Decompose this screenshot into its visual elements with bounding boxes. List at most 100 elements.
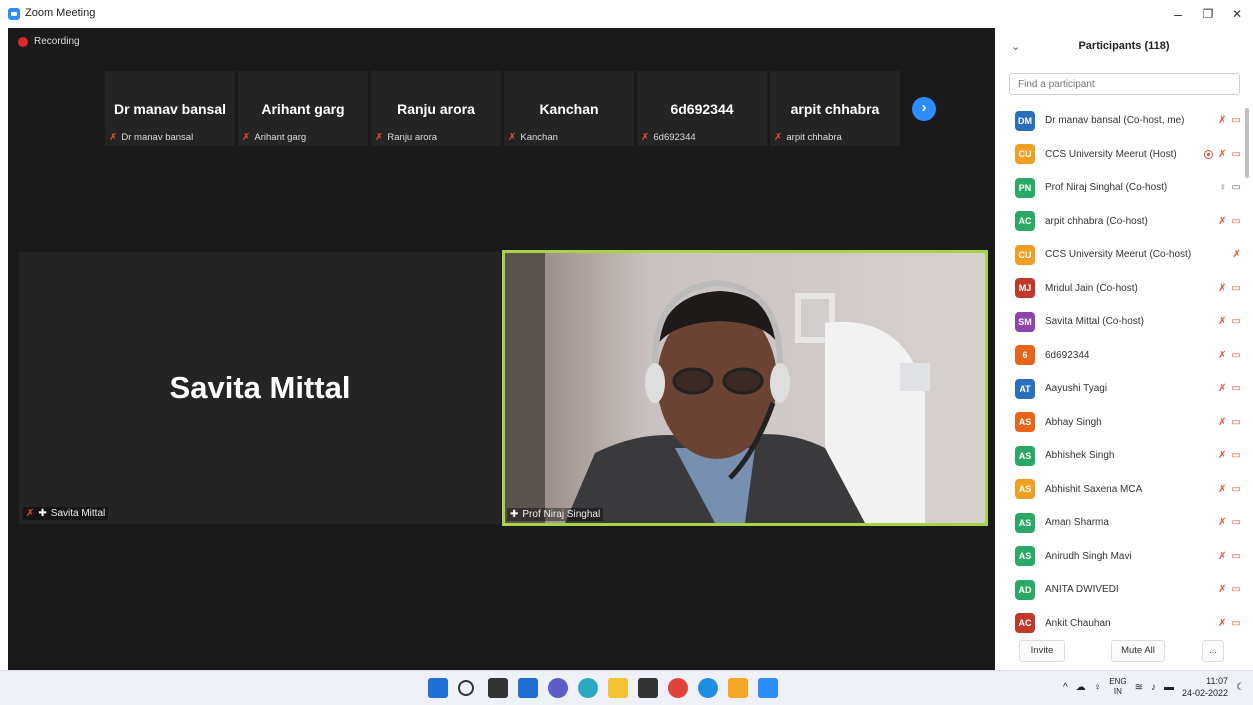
video-off-icon[interactable]: ▭: [1232, 450, 1241, 461]
clock[interactable]: 11:07 24-02-2022: [1182, 675, 1228, 699]
thumbnail-label: Ranju arora: [387, 132, 438, 143]
list-item[interactable]: CU CCS University Meerut (Host) ✗ ▭: [995, 138, 1245, 172]
mic-on-icon[interactable]: ♀: [1219, 182, 1227, 193]
video-off-icon[interactable]: ▭: [1232, 383, 1241, 394]
video-off-icon[interactable]: ▭: [1232, 115, 1241, 126]
avatar: AT: [1015, 378, 1035, 399]
list-item[interactable]: AD ANITA DWIVEDI ✗ ▭: [995, 573, 1245, 607]
chat-icon[interactable]: [548, 678, 568, 698]
window-title: Zoom Meeting: [25, 7, 96, 19]
mic-muted-icon[interactable]: ✗: [1218, 551, 1226, 562]
mic-muted-icon[interactable]: ✗: [1218, 350, 1226, 361]
video-thumbnail[interactable]: 6d692344 ✗ 6d692344: [637, 71, 767, 146]
video-off-icon[interactable]: ▭: [1232, 149, 1241, 160]
mic-muted-icon[interactable]: ✗: [1218, 216, 1226, 227]
thumbnail-name: Arihant garg: [261, 101, 345, 117]
video-off-icon[interactable]: ▭: [1232, 316, 1241, 327]
restore-button[interactable]: ❐: [1193, 4, 1223, 24]
participants-panel: ⌄ Participants (118) DM Dr manav bansal …: [995, 28, 1253, 670]
video-off-icon[interactable]: ▭: [1232, 584, 1241, 595]
volume-icon[interactable]: ♪: [1151, 682, 1156, 693]
mic-muted-icon[interactable]: ✗: [1218, 316, 1226, 327]
minimize-button[interactable]: –: [1163, 4, 1193, 24]
battery-icon[interactable]: ▬: [1164, 682, 1174, 693]
mic-muted-icon[interactable]: ✗: [1218, 584, 1226, 595]
language-top: ENG: [1109, 677, 1127, 686]
video-off-icon[interactable]: ▭: [1232, 350, 1241, 361]
more-button[interactable]: ...: [1202, 640, 1224, 662]
onedrive-cloud-icon[interactable]: ☁: [1076, 682, 1086, 693]
edge-browser-icon[interactable]: [578, 678, 598, 698]
video-off-icon[interactable]: ▭: [1232, 216, 1241, 227]
recording-indicator[interactable]: Recording: [18, 36, 80, 47]
video-off-icon[interactable]: ▭: [1232, 618, 1241, 629]
video-off-icon[interactable]: ▭: [1232, 417, 1241, 428]
mic-muted-icon[interactable]: ✗: [1218, 115, 1226, 126]
mail-icon[interactable]: [638, 678, 658, 698]
participant-search-input[interactable]: [1009, 73, 1240, 95]
list-item[interactable]: PN Prof Niraj Singhal (Co-host) ♀ ▭: [995, 171, 1245, 205]
list-item[interactable]: 6 6d692344 ✗ ▭: [995, 339, 1245, 373]
zoom-taskbar-icon[interactable]: [758, 678, 778, 698]
language-indicator[interactable]: ENG IN: [1109, 677, 1126, 697]
mic-muted-icon[interactable]: ✗: [1218, 383, 1226, 394]
invite-button[interactable]: Invite: [1019, 640, 1065, 662]
video-off-icon[interactable]: ▭: [1232, 484, 1241, 495]
close-button[interactable]: ✕: [1222, 4, 1252, 24]
list-item[interactable]: AC Ankit Chauhan ✗ ▭: [995, 607, 1245, 641]
list-item[interactable]: DM Dr manav bansal (Co-host, me) ✗ ▭: [995, 104, 1245, 138]
video-tile-savita[interactable]: Savita Mittal ✗ ✚ Savita Mittal: [19, 252, 501, 524]
participant-list-scrollbar[interactable]: [1245, 108, 1249, 178]
mic-muted-icon[interactable]: ✗: [1233, 249, 1241, 260]
list-item[interactable]: AS Aman Sharma ✗ ▭: [995, 506, 1245, 540]
list-item[interactable]: MJ Mridul Jain (Co-host) ✗ ▭: [995, 272, 1245, 306]
list-item[interactable]: AS Abhishek Singh ✗ ▭: [995, 439, 1245, 473]
system-tray: ^ ☁ ♀ ENG IN ≋ ♪ ▬ 11:07 24-02-2022 ☾: [1063, 675, 1245, 699]
zoom-app-icon: [8, 8, 20, 20]
mic-muted-icon[interactable]: ✗: [1218, 618, 1226, 629]
thumbnail-name: Kanchan: [539, 101, 599, 117]
file-explorer-icon[interactable]: [608, 678, 628, 698]
mic-muted-icon[interactable]: ✗: [1218, 517, 1226, 528]
list-item[interactable]: AT Aayushi Tyagi ✗ ▭: [995, 372, 1245, 406]
avatar: MJ: [1015, 278, 1035, 299]
task-view-icon[interactable]: [488, 678, 508, 698]
list-item[interactable]: AS Abhishit Saxena MCA ✗ ▭: [995, 473, 1245, 507]
mic-muted-icon[interactable]: ✗: [1218, 149, 1226, 160]
app-icon[interactable]: [698, 678, 718, 698]
thumbnail-label: Dr manav bansal: [121, 132, 194, 143]
show-hidden-icons-chevron-icon[interactable]: ^: [1063, 682, 1068, 693]
video-thumbnail[interactable]: Ranju arora ✗ Ranju arora: [371, 71, 501, 146]
video-on-icon[interactable]: ▭: [1232, 182, 1241, 193]
list-item[interactable]: AC arpit chhabra (Co-host) ✗ ▭: [995, 205, 1245, 239]
mic-muted-icon[interactable]: ✗: [1218, 450, 1226, 461]
start-windows-icon[interactable]: [428, 678, 448, 698]
mic-muted-icon[interactable]: ✗: [1218, 283, 1226, 294]
video-tile-active-speaker[interactable]: ✚ Prof Niraj Singhal: [502, 250, 988, 526]
mute-all-button[interactable]: Mute All: [1111, 640, 1165, 662]
video-off-icon[interactable]: ▭: [1232, 283, 1241, 294]
video-thumbnail[interactable]: arpit chhabra ✗ arpit chhabra: [770, 71, 900, 146]
video-thumbnail[interactable]: Kanchan ✗ Kanchan: [504, 71, 634, 146]
video-off-icon[interactable]: ▭: [1232, 517, 1241, 528]
video-thumbnail[interactable]: Arihant garg ✗ Arihant garg: [238, 71, 368, 146]
list-item[interactable]: AS Abhay Singh ✗ ▭: [995, 406, 1245, 440]
widgets-icon[interactable]: [518, 678, 538, 698]
next-page-arrow-icon[interactable]: ›: [912, 97, 936, 121]
mic-muted-icon[interactable]: ✗: [1218, 484, 1226, 495]
participant-name: Aman Sharma: [1045, 517, 1109, 529]
app-icon[interactable]: [728, 678, 748, 698]
search-icon[interactable]: [458, 680, 474, 696]
microphone-icon[interactable]: ♀: [1094, 682, 1102, 693]
video-thumbnail[interactable]: Dr manav bansal ✗ Dr manav bansal: [105, 71, 235, 146]
wifi-icon[interactable]: ≋: [1135, 682, 1143, 693]
notification-icon[interactable]: ☾: [1236, 682, 1245, 693]
participant-big-name: Savita Mittal: [169, 370, 351, 405]
list-item[interactable]: CU CCS University Meerut (Co-host) ✗: [995, 238, 1245, 272]
list-item[interactable]: SM Savita Mittal (Co-host) ✗ ▭: [995, 305, 1245, 339]
tile-label-text: Savita Mittal: [50, 508, 106, 519]
chrome-icon[interactable]: [668, 678, 688, 698]
mic-muted-icon[interactable]: ✗: [1218, 417, 1226, 428]
video-off-icon[interactable]: ▭: [1232, 551, 1241, 562]
list-item[interactable]: AS Anirudh Singh Mavi ✗ ▭: [995, 540, 1245, 574]
